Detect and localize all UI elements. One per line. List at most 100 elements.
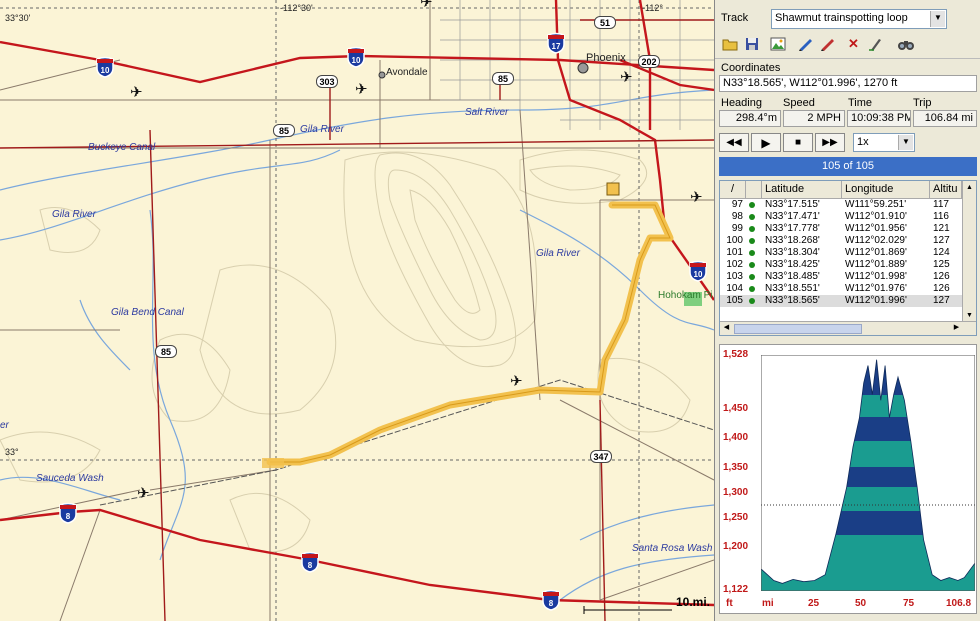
interstate-10-south-number: 10 bbox=[694, 270, 703, 279]
label-salt-river: Salt River bbox=[465, 107, 509, 118]
y-tick: 1,350 bbox=[723, 462, 749, 473]
current-position-marker[interactable] bbox=[606, 182, 620, 196]
table-body: 97 N33°17.515' W111°59.251' 117 98 N33°17.47… bbox=[720, 199, 976, 307]
time-field: 10:09:38 PM bbox=[847, 110, 911, 127]
scroll-left-icon[interactable]: ◀ bbox=[720, 322, 733, 334]
route-347-shield: 347 bbox=[590, 450, 612, 463]
city-label-avondale[interactable]: Avondale bbox=[386, 67, 428, 78]
table-row[interactable]: 102 N33°18.425' W112°01.889' 125 bbox=[720, 259, 976, 271]
stop-button[interactable]: ■ bbox=[783, 133, 813, 152]
interstate-17-shield: 17 bbox=[546, 32, 566, 54]
draw-icon[interactable] bbox=[865, 34, 886, 54]
scrollbar-thumb[interactable] bbox=[734, 324, 862, 334]
trackpoint-dot-icon bbox=[749, 226, 755, 232]
airport-icon[interactable]: ✈ bbox=[137, 486, 150, 501]
route-85-shield-north: 85 bbox=[492, 72, 514, 85]
chevron-down-icon: ▼ bbox=[898, 135, 913, 150]
airport-icon[interactable]: ✈ bbox=[355, 82, 368, 97]
phoenix-city-dot bbox=[577, 62, 589, 74]
table-row[interactable]: 101 N33°18.304' W112°01.869' 124 bbox=[720, 247, 976, 259]
table-horizontal-scrollbar[interactable]: ◀ ▶ bbox=[720, 321, 976, 335]
y-tick: 1,200 bbox=[723, 541, 749, 552]
table-row[interactable]: 100 N33°18.268' W112°02.029' 127 bbox=[720, 235, 976, 247]
table-row[interactable]: 98 N33°17.471' W112°01.910' 116 bbox=[720, 211, 976, 223]
label-gila-river-3: Gila River bbox=[536, 248, 580, 259]
label-gila-river-2: Gila River bbox=[52, 209, 96, 220]
column-header-latitude[interactable]: Latitude bbox=[762, 181, 842, 198]
heading-field: 298.4°m bbox=[719, 110, 781, 127]
table-vertical-scrollbar[interactable]: ▲ ▼ bbox=[962, 181, 976, 335]
column-header-index[interactable]: / bbox=[720, 181, 746, 198]
play-button[interactable]: ▶ bbox=[751, 133, 781, 152]
binoculars-icon[interactable] bbox=[895, 34, 916, 54]
column-header-marker[interactable] bbox=[746, 181, 762, 198]
table-row-selected[interactable]: 105 N33°18.565' W112°01.996' 127 bbox=[720, 295, 976, 307]
latitude-label-33: 33° bbox=[5, 447, 19, 457]
table-header: / Latitude Longitude Altitu bbox=[720, 181, 976, 199]
trackpoint-dot-icon bbox=[749, 286, 755, 292]
delete-icon[interactable]: ✕ bbox=[843, 34, 864, 54]
track-select[interactable]: Shawmut trainspotting loop ▼ bbox=[771, 9, 947, 29]
image-icon[interactable] bbox=[767, 34, 788, 54]
scale-bar bbox=[583, 606, 672, 614]
interstate-10-center-number: 10 bbox=[352, 56, 361, 65]
fast-forward-icon: ▶▶ bbox=[822, 137, 838, 148]
scroll-right-icon[interactable]: ▶ bbox=[950, 322, 963, 334]
interstate-10-shield-west: 10 bbox=[95, 56, 115, 78]
interstate-10-number: 10 bbox=[101, 66, 110, 75]
trip-label: Trip bbox=[913, 97, 932, 109]
airport-icon[interactable]: ✈ bbox=[130, 85, 143, 100]
interstate-10-shield-south: 10 bbox=[688, 260, 708, 282]
label-buckeye-canal: Buckeye Canal bbox=[88, 142, 156, 153]
track-position-bar: 105 of 105 bbox=[719, 157, 977, 176]
table-row[interactable]: 97 N33°17.515' W111°59.251' 117 bbox=[720, 199, 976, 211]
save-icon[interactable] bbox=[741, 34, 762, 54]
airport-icon[interactable]: ✈ bbox=[620, 70, 633, 85]
track-select-value: Shawmut trainspotting loop bbox=[775, 12, 908, 24]
scroll-up-icon[interactable]: ▲ bbox=[963, 181, 976, 194]
pen-red-icon[interactable] bbox=[817, 34, 838, 54]
airport-icon[interactable]: ✈ bbox=[510, 374, 523, 389]
longitude-label-112-30: -112°30' bbox=[280, 3, 313, 13]
open-folder-icon[interactable] bbox=[719, 34, 740, 54]
y-tick: 1,122 bbox=[723, 584, 749, 595]
x-unit-label: mi bbox=[762, 598, 774, 609]
x-tick: 75 bbox=[903, 598, 915, 609]
elevation-profile[interactable]: 1,528 1,450 1,400 1,350 1,300 1,250 1,20… bbox=[719, 344, 977, 614]
track-label: Track bbox=[721, 12, 749, 24]
column-header-altitude[interactable]: Altitu bbox=[930, 181, 962, 198]
table-row[interactable]: 103 N33°18.485' W112°01.998' 126 bbox=[720, 271, 976, 283]
city-label-phoenix[interactable]: Phoenix bbox=[586, 52, 626, 64]
trackpoint-dot-icon bbox=[749, 238, 755, 244]
stop-icon: ■ bbox=[794, 137, 802, 148]
chevron-down-icon: ▼ bbox=[930, 11, 945, 27]
route-51-shield: 51 bbox=[594, 16, 616, 29]
trackpoint-table[interactable]: / Latitude Longitude Altitu 97 N33°17.515… bbox=[719, 180, 977, 336]
pen-blue-icon[interactable] bbox=[795, 34, 816, 54]
map-view[interactable]: 33°30' -112°30' -112° 33° Phoenix Avonda… bbox=[0, 0, 714, 621]
playback-speed-value: 1x bbox=[857, 136, 869, 148]
x-tick: 106.8 bbox=[946, 598, 972, 609]
x-tick: 25 bbox=[808, 598, 820, 609]
x-tick: 50 bbox=[855, 598, 867, 609]
trackpoint-dot-icon bbox=[749, 262, 755, 268]
label-partial-river: er bbox=[0, 420, 9, 431]
y-tick: 1,250 bbox=[723, 512, 749, 523]
interstate-8-center-number: 8 bbox=[308, 561, 313, 570]
airport-icon[interactable]: ✈ bbox=[420, 0, 433, 10]
elevation-chart bbox=[761, 355, 975, 591]
heading-label: Heading bbox=[721, 97, 762, 109]
column-header-longitude[interactable]: Longitude bbox=[842, 181, 930, 198]
rewind-icon: ◀◀ bbox=[726, 137, 742, 148]
rewind-button[interactable]: ◀◀ bbox=[719, 133, 749, 152]
trip-field: 106.84 mi bbox=[913, 110, 977, 127]
y-tick: 1,450 bbox=[723, 403, 749, 414]
fast-forward-button[interactable]: ▶▶ bbox=[815, 133, 845, 152]
table-row[interactable]: 104 N33°18.551' W112°01.976' 126 bbox=[720, 283, 976, 295]
playback-speed-select[interactable]: 1x ▼ bbox=[853, 133, 915, 152]
interstate-8-shield-center: 8 bbox=[300, 551, 320, 573]
route-85-shield-south: 85 bbox=[155, 345, 177, 358]
trackpoint-dot-icon bbox=[749, 202, 755, 208]
airport-icon[interactable]: ✈ bbox=[690, 190, 703, 205]
table-row[interactable]: 99 N33°17.778' W112°01.956' 121 bbox=[720, 223, 976, 235]
